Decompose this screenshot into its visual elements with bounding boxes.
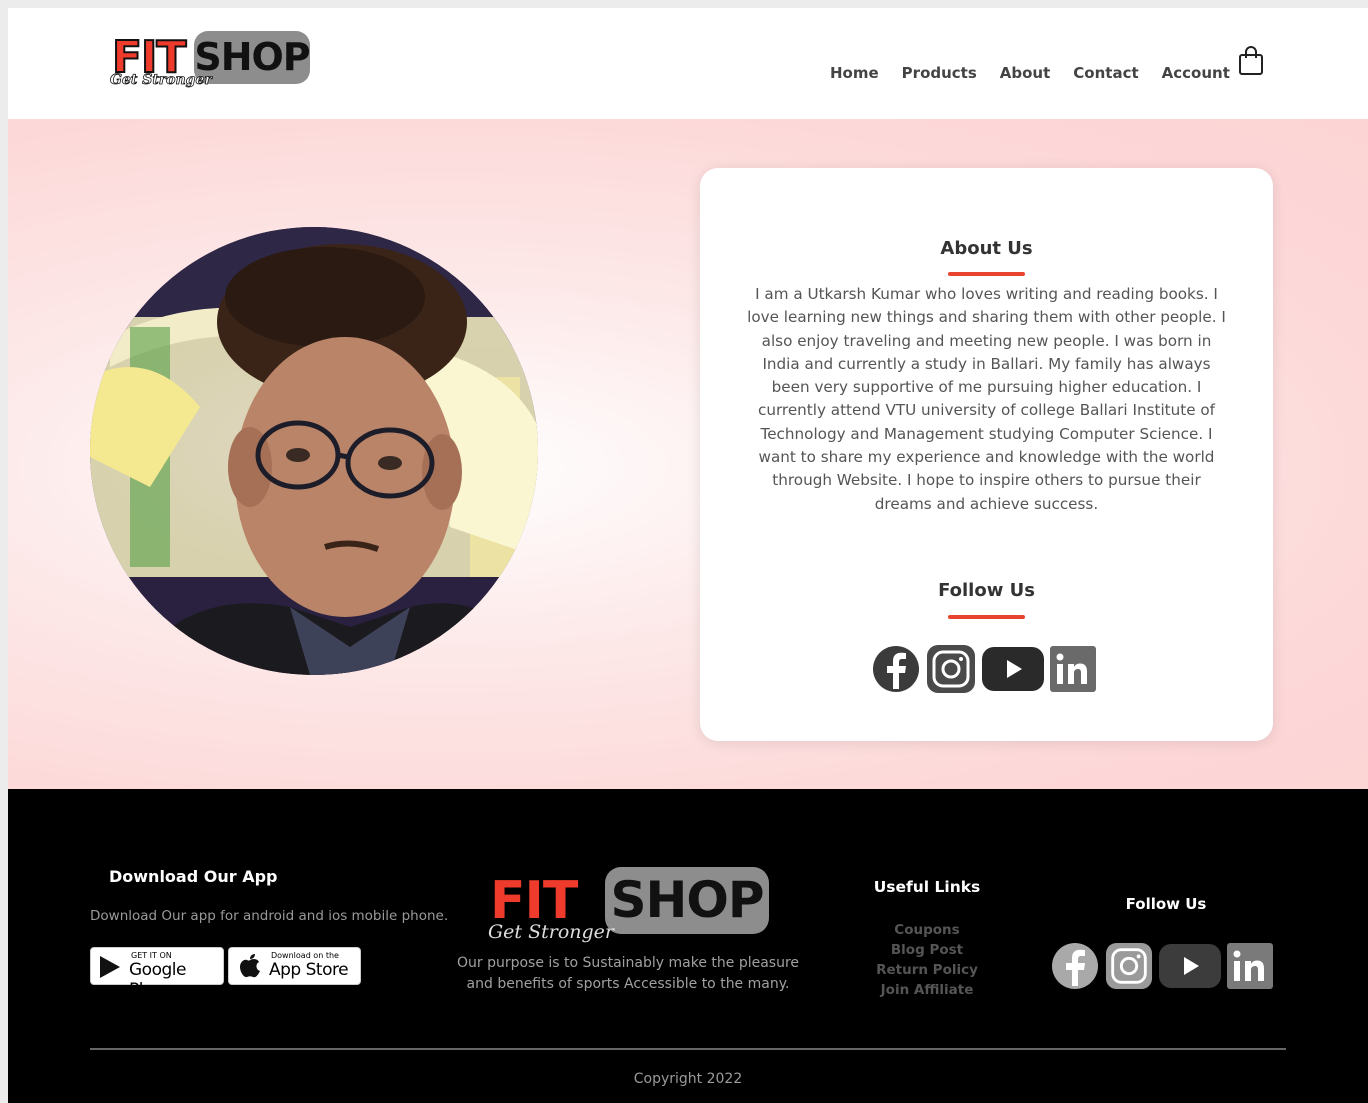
nav-about[interactable]: About [1000,64,1051,82]
app-store-small-text: Download on the [271,951,339,960]
google-play-big-text: Google Play [129,960,186,1000]
footer-logo-shop-text: SHOP [610,871,764,929]
download-app-text: Download Our app for android and ios mob… [90,908,449,924]
about-card: About Us I am a Utkarsh Kumar who loves … [700,168,1273,741]
link-join-affiliate[interactable]: Join Affiliate [868,980,986,1000]
linkedin-icon[interactable] [1227,943,1273,989]
copyright-text: Copyright 2022 [633,1071,743,1087]
logo-tagline: Get Stronger [110,72,213,89]
link-return-policy[interactable]: Return Policy [868,960,986,980]
footer-purpose-text: Our purpose is to Sustainably make the p… [456,955,800,992]
about-title: About Us [940,238,1033,259]
useful-links-list: Coupons Blog Post Return Policy Join Aff… [868,920,986,1000]
linkedin-icon[interactable] [1050,646,1096,692]
google-play-icon [100,956,120,978]
footer-logo[interactable]: SHOP FIT Get Stronger [488,867,774,949]
link-blog-post[interactable]: Blog Post [868,940,986,960]
apple-icon [240,954,260,978]
app-store-big-text: App Store [269,960,349,980]
about-section: About Us I am a Utkarsh Kumar who loves … [8,119,1368,789]
google-play-small-text: GET IT ON [131,951,172,960]
about-title-underline [948,272,1025,276]
app-store-button[interactable]: Download on the App Store [228,947,361,985]
google-play-button[interactable]: GET IT ON Google Play [90,947,224,1000]
useful-links-title: Useful Links [873,878,981,896]
nav-home[interactable]: Home [830,64,879,82]
shopping-bag-icon[interactable] [1238,46,1264,76]
facebook-icon[interactable] [1051,942,1099,990]
nav-contact[interactable]: Contact [1073,64,1138,82]
site-footer: Download Our App Download Our app for an… [8,789,1368,1103]
follow-title: Follow Us [938,580,1035,601]
follow-title-underline [948,615,1025,619]
footer-logo-shop-box: SHOP [605,867,769,934]
about-social-icons [872,644,1096,694]
download-app-title: Download Our App [109,867,278,886]
facebook-icon[interactable] [872,645,920,693]
nav-account[interactable]: Account [1162,64,1230,82]
site-header: SHOP FIT Get Stronger Home Products Abou… [8,8,1368,119]
header-logo[interactable]: SHOP FIT Get Stronger [110,30,311,94]
youtube-icon[interactable] [982,647,1044,691]
instagram-icon[interactable] [926,644,976,694]
page: SHOP FIT Get Stronger Home Products Abou… [8,8,1368,1103]
about-body: I am a Utkarsh Kumar who loves writing a… [747,285,1226,513]
link-coupons[interactable]: Coupons [868,920,986,940]
profile-photo [90,227,538,675]
youtube-icon[interactable] [1159,944,1221,988]
instagram-icon[interactable] [1105,942,1153,990]
footer-follow-title: Follow Us [1125,895,1207,913]
main-nav: Home Products About Contact Account [830,64,1253,82]
footer-logo-tagline: Get Stronger [488,921,614,943]
nav-products[interactable]: Products [902,64,977,82]
footer-divider [90,1048,1286,1050]
footer-social-icons [1051,942,1273,990]
